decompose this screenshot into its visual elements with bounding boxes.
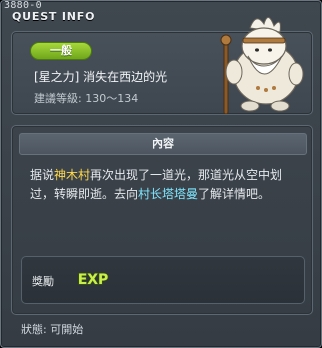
content-header: 內容 xyxy=(19,133,307,155)
reward-box: 獎勵 EXP xyxy=(21,256,305,304)
quest-status: 狀態: 可開始 xyxy=(21,323,84,336)
exp-icon: EXP xyxy=(77,271,109,288)
quest-description: 据说神木村再次出现了一道光，那道光从空中划过，转瞬即逝。去向村长塔塔曼了解详情吧… xyxy=(30,166,306,204)
location-link[interactable]: 神木村 xyxy=(54,168,90,182)
recommended-level: 建議等級: 130～134 xyxy=(34,92,139,105)
quest-summary-panel: 一般 [星之力] 消失在西边的光 建議等級: 130～134 xyxy=(11,17,313,115)
desc-text: 了解详情吧。 xyxy=(198,187,271,201)
quest-name: [星之力] 消失在西边的光 xyxy=(34,70,168,84)
exp-icon-text: EXP xyxy=(78,272,109,288)
npc-link[interactable]: 村长塔塔曼 xyxy=(138,187,198,201)
window-title: QUEST INFO xyxy=(12,10,96,23)
npc-portrait xyxy=(220,17,304,114)
desc-text: 据说 xyxy=(30,168,55,182)
quest-type-badge: 一般 xyxy=(30,42,92,60)
quest-info-window: 3880-0 QUEST INFO 一般 [星之力] 消失在西边的光 建議等級:… xyxy=(0,0,322,348)
reward-label: 獎勵 xyxy=(32,275,54,288)
quest-content-panel: 內容 据说神木村再次出现了一道光，那道光从空中划过，转瞬即逝。去向村长塔塔曼了解… xyxy=(11,125,313,315)
